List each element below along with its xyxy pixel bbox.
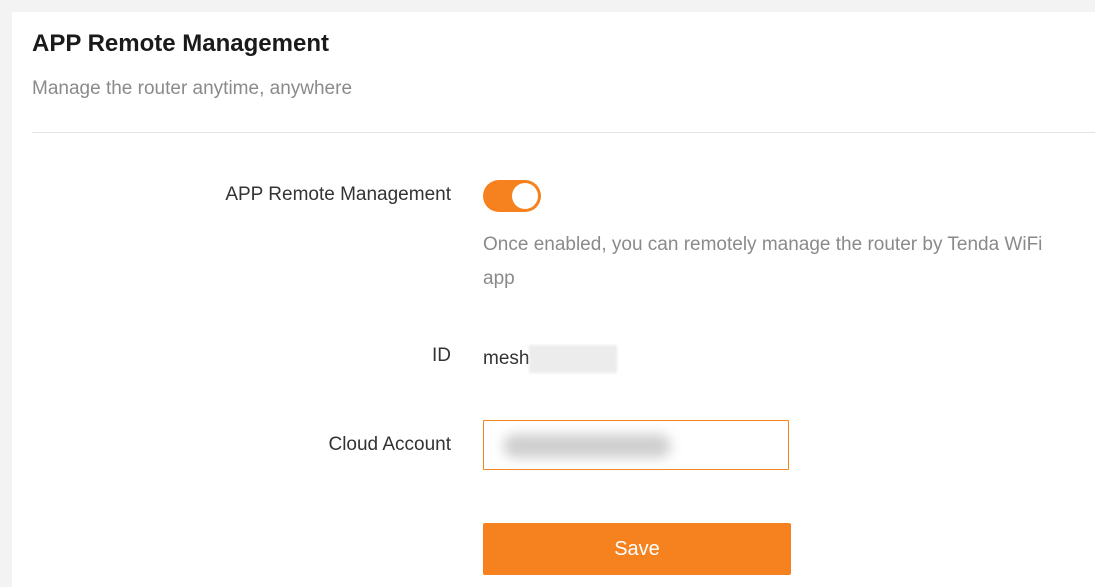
- save-button[interactable]: Save: [483, 523, 791, 575]
- id-value: mesh: [483, 345, 618, 373]
- page-title: APP Remote Management: [32, 30, 329, 57]
- remote-management-hint: Once enabled, you can remotely manage th…: [483, 234, 1043, 289]
- id-label: ID: [432, 345, 451, 366]
- page-subtitle: Manage the router anytime, anywhere: [32, 78, 353, 99]
- cloud-account-input[interactable]: [483, 420, 789, 470]
- id-redacted: [529, 345, 618, 373]
- id-value-text: mesh: [483, 348, 530, 369]
- settings-card: APP Remote Management Manage the router …: [12, 12, 1095, 587]
- divider: [32, 132, 1095, 133]
- remote-management-toggle[interactable]: [483, 180, 541, 212]
- toggle-knob: [512, 183, 538, 209]
- cloud-account-label: Cloud Account: [328, 434, 451, 455]
- remote-management-label: APP Remote Management: [225, 184, 451, 205]
